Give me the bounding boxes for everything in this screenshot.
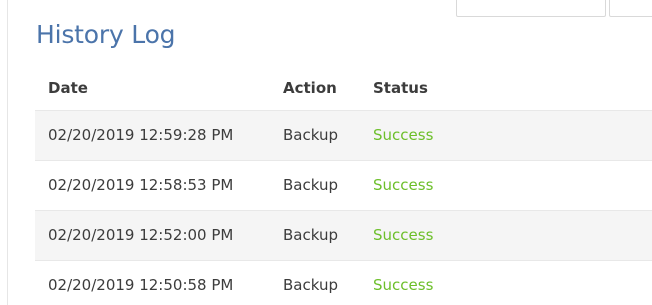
table-header: Date Action Status [35,66,652,111]
page-title: History Log [36,20,176,49]
column-header-status[interactable]: Status [373,78,428,98]
row-date: 02/20/2019 12:59:28 PM [48,126,234,144]
row-status: Success [373,126,434,144]
panel-divider [7,0,8,305]
row-date: 02/20/2019 12:58:53 PM [48,176,234,194]
row-date: 02/20/2019 12:52:00 PM [48,226,234,244]
row-action: Backup [283,176,338,194]
history-table: Date Action Status 02/20/2019 12:59:28 P… [35,66,652,305]
row-action: Backup [283,276,338,294]
row-action: Backup [283,226,338,244]
top-input-field-secondary[interactable] [609,0,652,17]
top-input-field[interactable] [456,0,606,17]
row-action: Backup [283,126,338,144]
row-status: Success [373,176,434,194]
history-log-panel: History Log Date Action Status 02/20/201… [0,0,652,305]
row-date: 02/20/2019 12:50:58 PM [48,276,234,294]
table-row[interactable]: 02/20/2019 12:52:00 PM Backup Success [35,211,652,261]
column-header-action[interactable]: Action [283,78,337,98]
column-header-date[interactable]: Date [48,78,88,98]
row-status: Success [373,226,434,244]
table-row[interactable]: 02/20/2019 12:59:28 PM Backup Success [35,111,652,161]
row-status: Success [373,276,434,294]
table-row[interactable]: 02/20/2019 12:58:53 PM Backup Success [35,161,652,211]
table-row[interactable]: 02/20/2019 12:50:58 PM Backup Success [35,261,652,305]
